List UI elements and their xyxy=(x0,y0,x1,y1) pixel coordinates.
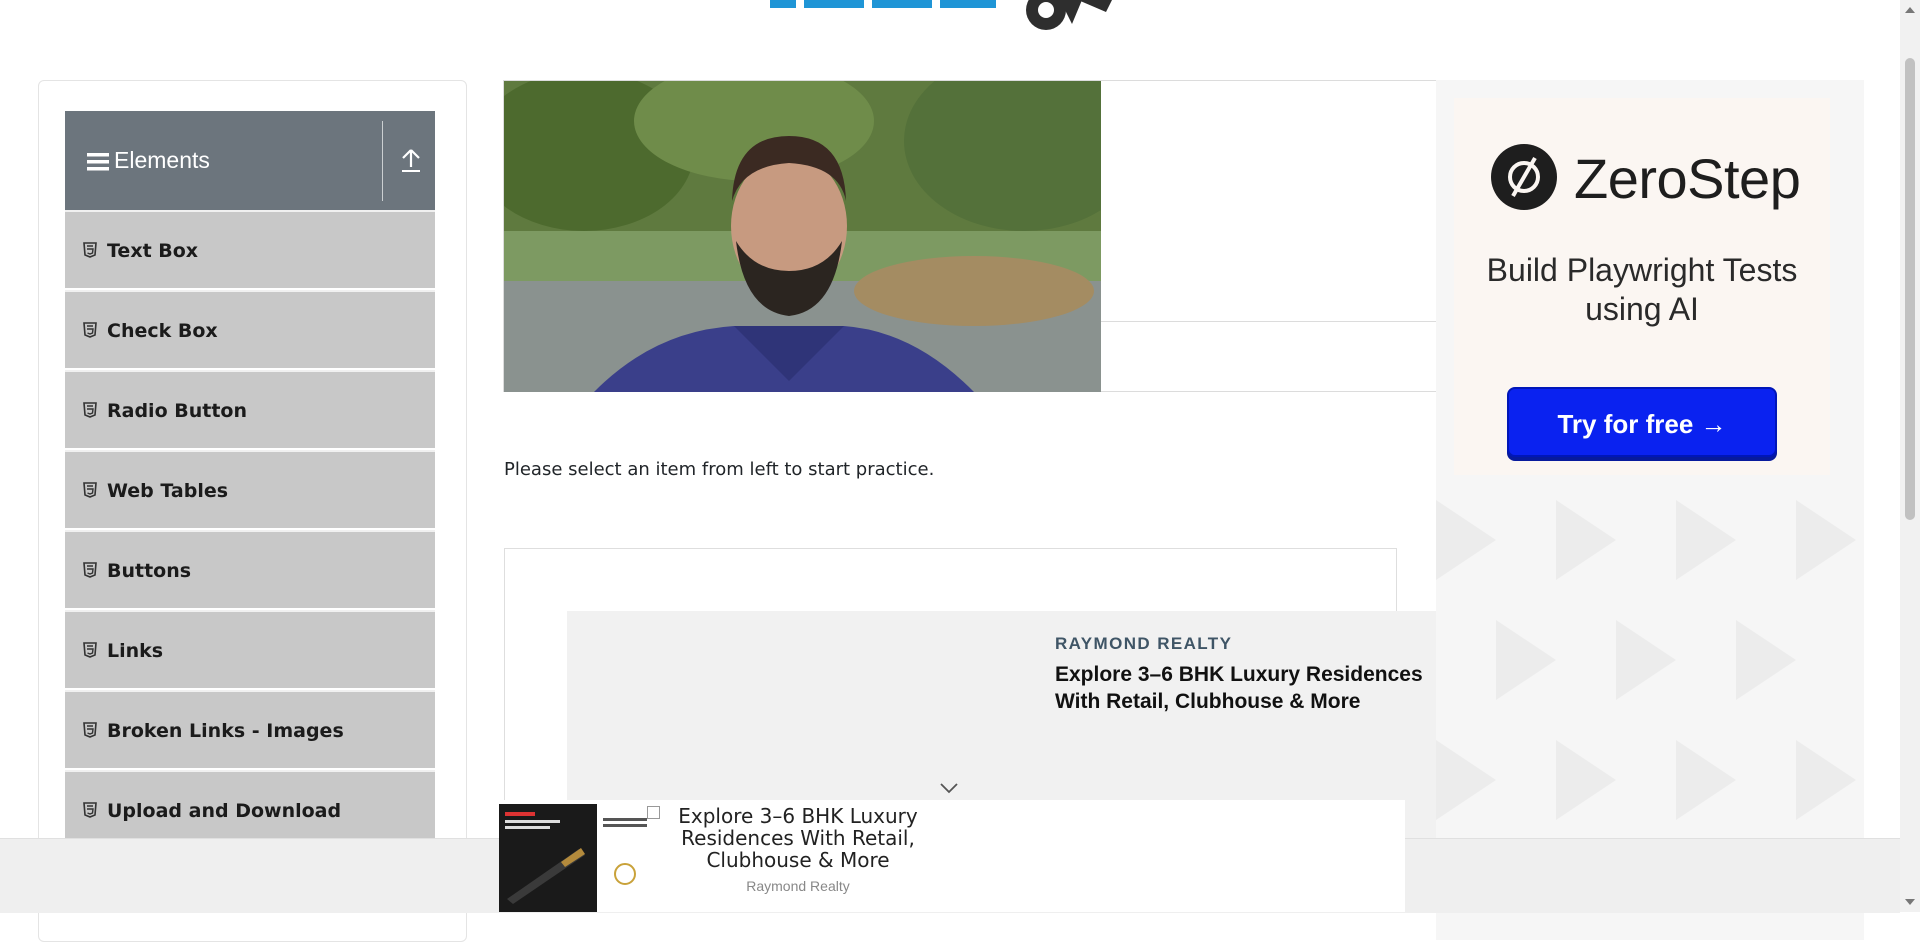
html5-icon xyxy=(83,641,97,663)
sidebar-ad[interactable]: ZeroStep Build Playwright Tests using AI… xyxy=(1436,80,1864,940)
menu-item-label: Check Box xyxy=(107,320,218,342)
menu-item-label: Web Tables xyxy=(107,480,229,502)
ad-brand-name: ZeroStep xyxy=(1574,147,1801,210)
menu-item-buttons[interactable]: Buttons xyxy=(65,530,435,608)
menu-item-broken-links-images[interactable]: Broken Links - Images xyxy=(65,690,435,768)
collapse-upload-icon[interactable] xyxy=(391,141,431,181)
html5-icon xyxy=(83,721,97,743)
try-for-free-button[interactable]: Try for free → xyxy=(1507,387,1777,457)
elements-group-header[interactable]: Elements xyxy=(65,111,435,210)
ad-tagline: Build Playwright Tests using AI xyxy=(1486,252,1798,327)
scrollbar-thumb[interactable] xyxy=(1905,58,1915,520)
scroll-down-arrow-icon[interactable] xyxy=(1900,895,1920,909)
menu-item-upload-and-download[interactable]: Upload and Download xyxy=(65,770,435,848)
menu-item-text-box[interactable]: Text Box xyxy=(65,210,435,288)
page-scrollbar[interactable] xyxy=(1900,0,1920,912)
group-title: Elements xyxy=(114,147,210,173)
sticky-ad-thumbnail[interactable] xyxy=(499,804,654,912)
html5-icon xyxy=(83,481,97,503)
chevron-down-icon[interactable] xyxy=(939,781,959,799)
menu-item-web-tables[interactable]: Web Tables xyxy=(65,450,435,528)
menu-item-label: Upload and Download xyxy=(107,800,342,822)
html5-icon xyxy=(83,321,97,343)
banner-divider xyxy=(1101,321,1442,322)
header-divider xyxy=(382,121,383,201)
intro-text: Please select an item from left to start… xyxy=(504,459,935,480)
menu-item-label: Text Box xyxy=(107,240,199,262)
html5-icon xyxy=(83,401,97,423)
menu-item-radio-button[interactable]: Radio Button xyxy=(65,370,435,448)
ad-card: ZeroStep Build Playwright Tests using AI… xyxy=(1454,98,1830,475)
scroll-up-arrow-icon[interactable] xyxy=(1900,3,1920,17)
zerostep-logo-icon xyxy=(1491,144,1557,215)
html5-icon xyxy=(83,241,97,263)
menu-item-check-box[interactable]: Check Box xyxy=(65,290,435,368)
ad-headline[interactable]: Explore 3–6 BHK Luxury Residences With R… xyxy=(1055,661,1443,715)
menu-item-label: Links xyxy=(107,640,164,662)
html5-icon xyxy=(83,561,97,583)
hamburger-menu-icon xyxy=(87,153,109,176)
html5-icon xyxy=(83,801,97,823)
adchoices-icon[interactable] xyxy=(647,806,660,819)
site-logo[interactable] xyxy=(760,0,1160,40)
sticky-ad-headline[interactable]: Explore 3–6 BHK Luxury Residences With R… xyxy=(663,805,933,871)
menu-item-label: Broken Links - Images xyxy=(107,720,344,742)
menu-item-label: Radio Button xyxy=(107,400,247,422)
sticky-ad[interactable]: Explore 3–6 BHK Luxury Residences With R… xyxy=(499,800,1405,912)
menu-item-links[interactable]: Links xyxy=(65,610,435,688)
sticky-ad-source: Raymond Realty xyxy=(746,878,850,894)
ad-brand: RAYMOND REALTY xyxy=(1055,634,1233,653)
banner-photo xyxy=(474,51,1144,392)
menu-item-label: Buttons xyxy=(107,560,192,582)
